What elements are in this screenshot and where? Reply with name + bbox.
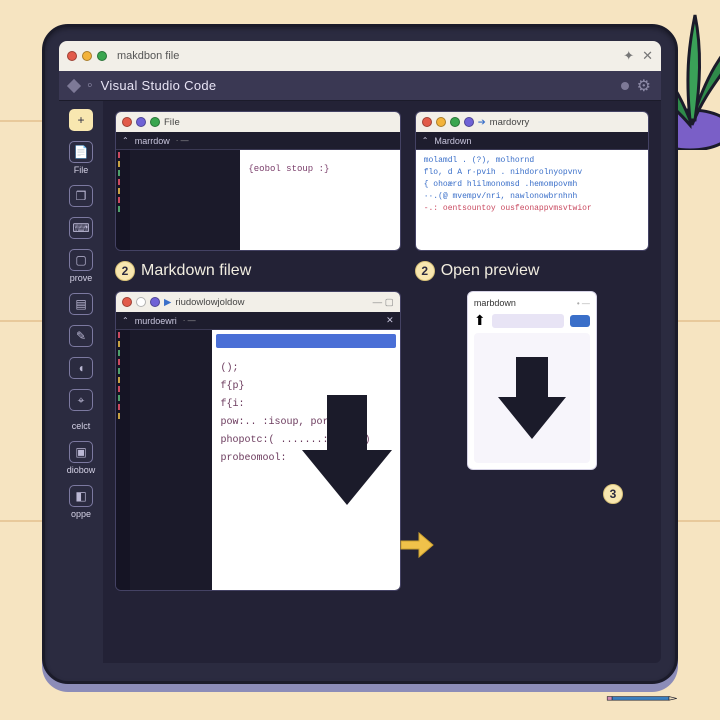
file-icon: 📄 <box>69 141 93 163</box>
panel-file-editor: FiIe ⌃ marrdow · — {eobol stoup :} <box>115 111 401 251</box>
sparkle-icon[interactable]: ✦ <box>623 48 634 64</box>
p3-body: (); f{p} f{i: pow:.. :isoup, porvido), p… <box>116 330 400 590</box>
shape-icon: ◖ <box>69 357 93 379</box>
p3-gutter <box>116 330 130 590</box>
p1-body: {eobol stoup :} <box>116 150 400 250</box>
step-2a: 2 Markdown filew <box>115 261 401 281</box>
preview-column: marbdown • — ⬆ 3 <box>415 291 649 653</box>
p2-dot3-icon <box>450 117 460 127</box>
p2-arrow-icon[interactable]: ➔ <box>478 117 486 128</box>
app-logo-icon <box>67 78 81 92</box>
min-dot-icon[interactable] <box>82 51 92 61</box>
open-icon: ◧ <box>69 485 93 507</box>
panel3-tabstrip: ▶ riudowlowjoldow — ▢ <box>116 292 400 312</box>
p2-tab-label[interactable]: mardovry <box>490 117 530 128</box>
chevron-icon[interactable]: ⌃ <box>422 136 429 145</box>
panel2-tabstrip: ➔ mardovry <box>416 112 648 132</box>
arrow-right-icon <box>399 531 435 566</box>
p1-header-text: marrdow <box>135 136 170 146</box>
activity-keyboard[interactable]: ⌨ <box>66 217 96 239</box>
p2-dot2-icon <box>436 117 446 127</box>
panel3-header: ⌃ murdoewri · — ✕ <box>116 312 400 330</box>
status-dot-icon <box>621 82 629 90</box>
activity-box[interactable]: ▣ diobow <box>66 441 96 475</box>
step-number-icon: 2 <box>115 261 135 281</box>
app-content: + 📄 File ❐ ⌨ ▢ prove ▤ ✎ ◖ <box>59 101 661 663</box>
step-2b: 2 Open preview <box>415 261 649 281</box>
p2-dot1-icon <box>422 117 432 127</box>
activity-brush[interactable]: ✎ <box>66 325 96 347</box>
activity-shape[interactable]: ◖ <box>66 357 96 379</box>
preview-body <box>474 333 590 463</box>
preview-input[interactable] <box>492 314 564 328</box>
p3-document[interactable]: (); f{p} f{i: pow:.. :isoup, porvido), p… <box>212 330 399 590</box>
activity-bar: + 📄 File ❐ ⌨ ▢ prove ▤ ✎ ◖ <box>59 101 103 663</box>
panel-editor-large: ▶ riudowlowjoldow — ▢ ⌃ murdoewri · — ✕ <box>115 291 401 591</box>
traffic-lights <box>67 51 107 61</box>
panel-markdown-preview-list: ➔ mardovry ⌃ Mardown molamdl . (?), molh… <box>415 111 649 251</box>
max-dot-icon[interactable] <box>97 51 107 61</box>
chevron-icon[interactable]: ⌃ <box>122 136 129 145</box>
p3-play-icon[interactable]: ▶ <box>164 297 171 308</box>
p1-tab-label[interactable]: FiIe <box>164 117 180 128</box>
close-dot-icon[interactable] <box>67 51 77 61</box>
activity-open[interactable]: ◧ oppe <box>66 485 96 519</box>
preview-card[interactable]: marbdown • — ⬆ <box>467 291 597 470</box>
p3-dot1-icon <box>122 297 132 307</box>
p1-dot2-icon <box>150 117 160 127</box>
device-frame: makdbon file ✦ ✕ ◦ Visual Studio Code ⚙ … <box>42 24 678 684</box>
activity-bug[interactable]: ⌖ <box>66 389 96 411</box>
preview-button[interactable] <box>570 315 590 327</box>
p1-document[interactable]: {eobol stoup :} <box>240 150 399 250</box>
p3-close-icon[interactable]: ✕ <box>386 315 394 326</box>
app-title: Visual Studio Code <box>101 78 613 93</box>
settings-icon[interactable]: ⚙ <box>637 76 651 96</box>
activity-file[interactable]: 📄 File <box>66 141 96 175</box>
p3-inner-titlebar <box>216 334 395 348</box>
arrow-down-icon <box>492 353 572 443</box>
arrow-down-icon <box>292 390 400 510</box>
panel2-header: ⌃ Mardown <box>416 132 648 150</box>
keyboard-icon: ⌨ <box>69 217 93 239</box>
p1-code[interactable] <box>130 150 240 250</box>
chevron-icon[interactable]: ⌃ <box>122 316 129 325</box>
p2-text-body[interactable]: molamdl . (?), molhornd flo, d A r·pvih … <box>416 150 648 250</box>
p3-sidecode[interactable] <box>130 330 212 590</box>
activity-add[interactable]: + <box>66 109 96 131</box>
p1-gutter <box>116 150 130 250</box>
p3-tab-label[interactable]: riudowlowjoldow <box>175 297 244 308</box>
activity-preview[interactable]: ▢ prove <box>66 249 96 283</box>
main-area: FiIe ⌃ marrdow · — {eobol stoup :} <box>103 101 661 663</box>
p2-header-text: Mardown <box>434 136 471 146</box>
p3-dot2-icon <box>136 297 146 307</box>
p3-dot3-icon <box>150 297 160 307</box>
bug-icon: ⌖ <box>69 389 93 411</box>
p1-close-dot-icon[interactable] <box>122 117 132 127</box>
step-number-icon: 2 <box>415 261 435 281</box>
panel1-header: ⌃ marrdow · — <box>116 132 400 150</box>
preview-header: marbdown • — <box>474 298 590 308</box>
close-icon[interactable]: ✕ <box>642 48 653 64</box>
activity-layers[interactable]: ▤ <box>66 293 96 315</box>
p3-header-text: murdoewri <box>135 316 177 326</box>
activity-select[interactable]: celct <box>66 421 96 431</box>
copy-icon: ❐ <box>69 185 93 207</box>
window-tab-strip: makdbon file ✦ ✕ <box>59 41 661 71</box>
panel1-tabstrip: FiIe <box>116 112 400 132</box>
preview-icon: ▢ <box>69 249 93 271</box>
brush-icon: ✎ <box>69 325 93 347</box>
layers-icon: ▤ <box>69 293 93 315</box>
pencil-decor <box>582 696 702 702</box>
p2-dot4-icon <box>464 117 474 127</box>
arrow-up-icon[interactable]: ⬆ <box>474 312 486 329</box>
window-tab-label[interactable]: makdbon file <box>117 50 179 62</box>
plus-icon: + <box>69 109 93 131</box>
step-3-badge: 3 <box>603 484 623 504</box>
app-title-bar: ◦ Visual Studio Code ⚙ <box>59 71 661 101</box>
p1-dot-icon <box>136 117 146 127</box>
box-icon: ▣ <box>69 441 93 463</box>
activity-copy[interactable]: ❐ <box>66 185 96 207</box>
